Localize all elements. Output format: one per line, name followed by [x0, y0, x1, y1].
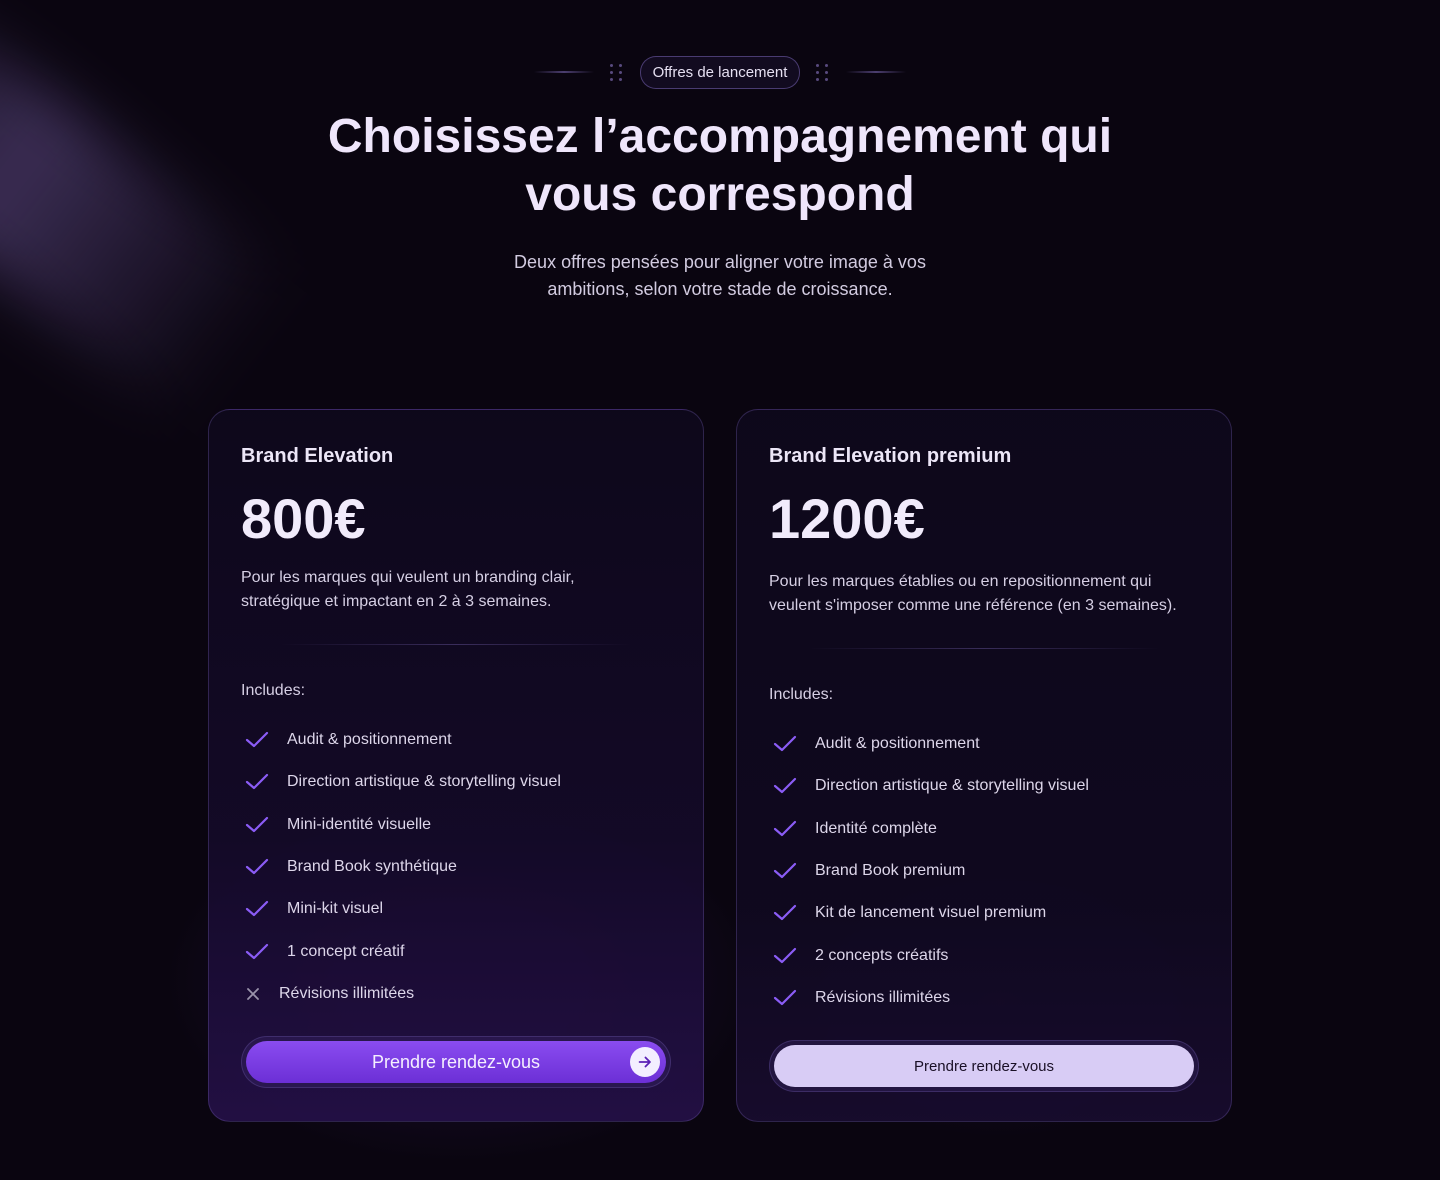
feature-item: Brand Book premium: [769, 850, 1199, 892]
plan-card-brand-elevation: Brand Elevation 800€ Pour les marques qui…: [208, 409, 704, 1122]
feature-label: Direction artistique & storytelling visu…: [287, 773, 561, 791]
plan-card-brand-elevation-premium: Brand Elevation premium 1200€ Pour les ma…: [736, 409, 1232, 1122]
check-icon: [771, 988, 799, 1008]
check-icon: [243, 772, 271, 792]
plan-price: 800€: [241, 487, 366, 550]
decorative-dots-left: [609, 58, 624, 86]
decorative-line-left: [533, 71, 594, 73]
decorative-line-right: [846, 71, 907, 73]
check-icon: [243, 899, 271, 919]
feature-label: Révisions illimitées: [279, 984, 415, 1002]
subtitle-line-2: ambitions, selon votre stade de croissan…: [547, 279, 893, 299]
feature-label: Identité complète: [815, 819, 937, 837]
plan-name: Brand Elevation: [241, 445, 394, 467]
feature-label: Audit & positionnement: [287, 731, 452, 749]
page-subtitle: Deux offres pensées pour aligner votre i…: [0, 249, 1440, 303]
feature-item: Audit & positionnement: [241, 719, 671, 761]
check-icon: [243, 942, 271, 962]
launch-offers-badge: Offres de lancement: [639, 55, 801, 89]
check-icon: [771, 946, 799, 966]
feature-label: Brand Book synthétique: [287, 858, 457, 876]
feature-item: Audit & positionnement: [769, 723, 1199, 765]
feature-list: Audit & positionnement Direction artisti…: [241, 719, 671, 1015]
plan-description-line-1: Pour les marques établies ou en repositi…: [769, 573, 1152, 590]
feature-item: Direction artistique & storytelling visu…: [769, 765, 1199, 807]
page-title-line-2: vous correspond: [525, 168, 915, 221]
badge-row: Offres de lancement: [0, 55, 1440, 89]
page-title: Choisissez l’accompagnement qui vous cor…: [0, 108, 1440, 224]
subtitle-line-1: Deux offres pensées pour aligner votre i…: [514, 252, 926, 272]
feature-item: Mini-identité visuelle: [241, 804, 671, 846]
check-icon: [243, 815, 271, 835]
check-icon: [243, 730, 271, 750]
feature-item: Mini-kit visuel: [241, 888, 671, 930]
check-icon: [771, 734, 799, 754]
x-icon: [243, 984, 263, 1004]
page-title-line-1: Choisissez l’accompagnement qui: [327, 110, 1113, 163]
divider: [809, 648, 1159, 649]
feature-item: Révisions illimitées: [769, 977, 1199, 1019]
feature-item: Kit de lancement visuel premium: [769, 892, 1199, 934]
check-icon: [771, 776, 799, 796]
cta-label: Prendre rendez-vous: [913, 1057, 1055, 1075]
plan-description: Pour les marques établies ou en repositi…: [769, 570, 1199, 618]
plan-description-line-2: veulent s'imposer comme une référence (e…: [769, 597, 1177, 614]
feature-label: Révisions illimitées: [815, 988, 951, 1006]
feature-label: Kit de lancement visuel premium: [815, 904, 1047, 922]
arrow-right-icon: [630, 1047, 660, 1077]
cta-container: Prendre rendez-vous: [241, 1036, 671, 1088]
feature-label: 1 concept créatif: [287, 942, 405, 960]
feature-label: 2 concepts créatifs: [815, 946, 949, 964]
cta-container: Prendre rendez-vous: [769, 1040, 1199, 1092]
feature-item: Brand Book synthétique: [241, 846, 671, 888]
feature-item: 1 concept créatif: [241, 930, 671, 972]
book-appointment-button[interactable]: Prendre rendez-vous: [774, 1045, 1194, 1087]
check-icon: [243, 857, 271, 877]
feature-label: Mini-kit visuel: [287, 900, 384, 918]
plan-description-line-1: Pour les marques qui veulent un branding…: [241, 569, 575, 586]
feature-list: Audit & positionnement Direction artisti…: [769, 723, 1199, 1019]
plan-description-line-2: stratégique et impactant en 2 à 3 semain…: [241, 593, 552, 610]
check-icon: [771, 819, 799, 839]
feature-item: Révisions illimitées: [241, 973, 671, 1015]
feature-label: Direction artistique & storytelling visu…: [815, 777, 1089, 795]
plan-description: Pour les marques qui veulent un branding…: [241, 566, 671, 614]
feature-item: 2 concepts créatifs: [769, 934, 1199, 976]
decorative-dots-right: [816, 58, 830, 86]
includes-label: Includes:: [241, 682, 306, 699]
cta-label: Prendre rendez-vous: [371, 1051, 541, 1072]
feature-label: Audit & positionnement: [815, 735, 980, 753]
plan-name: Brand Elevation premium: [769, 445, 1012, 467]
feature-label: Brand Book premium: [815, 862, 966, 880]
check-icon: [771, 861, 799, 881]
divider: [281, 644, 631, 645]
feature-item: Direction artistique & storytelling visu…: [241, 761, 671, 803]
check-icon: [771, 903, 799, 923]
feature-label: Mini-identité visuelle: [287, 815, 432, 833]
plan-price: 1200€: [769, 487, 925, 550]
book-appointment-button[interactable]: Prendre rendez-vous: [246, 1041, 666, 1083]
feature-item: Identité complète: [769, 808, 1199, 850]
includes-label: Includes:: [769, 686, 834, 703]
